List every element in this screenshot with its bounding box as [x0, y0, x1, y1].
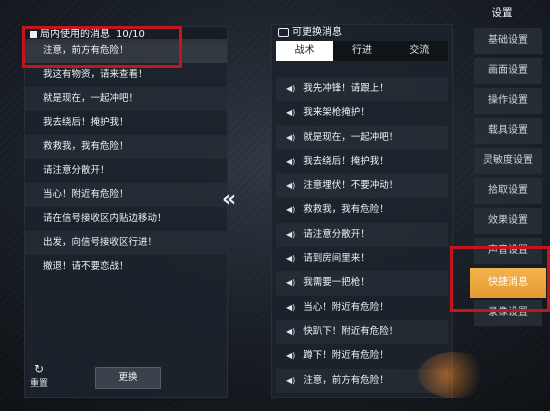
reset-button[interactable]: ↻ 重置 — [26, 363, 52, 389]
speaker-icon[interactable]: ◀) — [286, 198, 295, 222]
in-game-message-item[interactable]: 我去绕后！掩护我！ — [25, 111, 227, 135]
replaceable-messages-header: 可更换消息 — [272, 25, 452, 41]
speaker-icon[interactable]: ◀) — [286, 344, 295, 368]
in-game-message-list: 注意，前方有危险！ 我这有物资，请来查看！ 就是现在，一起冲吧！ 我去绕后！掩护… — [25, 39, 227, 279]
speaker-icon[interactable]: ◀) — [286, 77, 295, 101]
settings-title: 设置 — [491, 7, 513, 19]
replaceable-message-item[interactable]: ◀) 我去绕后！掩护我！ — [276, 150, 448, 174]
replaceable-message-item[interactable]: ◀) 我先冲锋！请跟上！ — [276, 77, 448, 102]
reset-label: 重置 — [29, 379, 48, 389]
watermark-logo — [418, 352, 490, 398]
tab-movement[interactable]: 行进 — [333, 41, 390, 61]
tab-communication[interactable]: 交流 — [391, 41, 448, 61]
message-text: 我需要一把枪！ — [303, 277, 370, 289]
speaker-icon[interactable]: ◀) — [286, 247, 295, 271]
message-text: 救救我，我有危险！ — [303, 204, 389, 216]
message-text: 我去绕后！掩护我！ — [303, 155, 389, 167]
speaker-icon[interactable]: ◀) — [286, 101, 295, 125]
replaceable-message-item[interactable]: ◀) 注意埋伏！不要冲动！ — [276, 174, 448, 199]
tab-tactics[interactable]: 战术 — [276, 41, 334, 61]
message-text: 蹲下！附近有危险！ — [303, 350, 389, 362]
message-text: 就是现在，一起冲吧！ — [303, 131, 399, 143]
double-chevron-left-icon[interactable]: « — [222, 189, 236, 211]
speaker-icon[interactable]: ◀) — [286, 126, 295, 150]
sidebar-item-basic[interactable]: 基础设置 — [474, 28, 542, 54]
replaceable-message-item[interactable]: ◀) 我需要一把枪！ — [276, 271, 448, 296]
message-text: 注意，前方有危险！ — [303, 374, 389, 386]
speaker-icon[interactable]: ◀) — [286, 174, 295, 198]
replaceable-message-item[interactable]: ◀) 救救我，我有危险！ — [276, 198, 448, 222]
in-game-message-item[interactable]: 请注意分散开！ — [25, 159, 227, 183]
replaceable-message-item[interactable]: ◀) 请注意分散开！ — [276, 222, 448, 248]
settings-sidebar: 设置 基础设置 画面设置 操作设置 载具设置 灵敏度设置 拾取设置 效果设置 声… — [470, 0, 550, 411]
message-icon — [278, 27, 289, 37]
message-text: 我来架枪掩护！ — [303, 107, 370, 119]
in-game-message-item[interactable]: 请在信号接收区内贴边移动！ — [25, 207, 227, 231]
in-game-message-item[interactable]: 救救我，我有危险！ — [25, 135, 227, 159]
replaceable-message-item[interactable]: ◀) 请到房间里来！ — [276, 247, 448, 271]
message-category-tabs: 战术 行进 交流 — [276, 41, 448, 61]
sidebar-item-graphics[interactable]: 画面设置 — [474, 58, 542, 84]
speaker-icon[interactable]: ◀) — [286, 296, 295, 320]
speaker-icon[interactable]: ◀) — [286, 223, 295, 247]
sidebar-item-recording[interactable]: 录像设置 — [474, 300, 542, 326]
replaceable-message-item[interactable]: ◀) 当心！附近有危险！ — [276, 296, 448, 320]
speaker-icon[interactable]: ◀) — [286, 150, 295, 174]
message-text: 快趴下！附近有危险！ — [303, 325, 399, 337]
in-game-message-item[interactable]: 撤退！请不要恋战！ — [25, 255, 227, 279]
replace-button[interactable]: 更换 — [95, 367, 161, 389]
sidebar-item-vehicle[interactable]: 载具设置 — [474, 118, 542, 144]
in-game-message-item[interactable]: 我这有物资，请来查看！ — [25, 63, 227, 87]
speaker-icon[interactable]: ◀) — [286, 369, 295, 393]
refresh-icon: ↻ — [33, 362, 45, 376]
in-game-messages-panel: 局内使用的消息 10/10 注意，前方有危险！ 我这有物资，请来查看！ 就是现在，… — [24, 26, 228, 398]
replaceable-messages-title: 可更换消息 — [292, 27, 342, 38]
replaceable-message-list: ◀) 我先冲锋！请跟上！ ◀) 我来架枪掩护！ ◀) 就是现在，一起冲吧！ ◀) 我去绕… — [276, 77, 448, 393]
in-game-message-item[interactable]: 当心！附近有危险！ — [25, 183, 227, 207]
in-game-message-item[interactable]: 就是现在，一起冲吧！ — [25, 87, 227, 111]
in-game-message-item[interactable]: 注意，前方有危险！ — [25, 39, 227, 63]
sidebar-item-quick-messages[interactable]: 快捷消息 — [470, 268, 546, 298]
replaceable-messages-panel: 可更换消息 战术 行进 交流 ◀) 我先冲锋！请跟上！ ◀) 我来架枪掩护！ ◀) 就… — [271, 24, 453, 398]
message-text: 当心！附近有危险！ — [303, 301, 389, 313]
flag-icon — [30, 30, 37, 38]
message-text: 请注意分散开！ — [303, 228, 370, 240]
message-text: 请到房间里来！ — [303, 253, 370, 265]
speaker-icon[interactable]: ◀) — [286, 320, 295, 344]
sidebar-item-controls[interactable]: 操作设置 — [474, 88, 542, 114]
in-game-message-item[interactable]: 出发，向信号接收区行进！ — [25, 231, 227, 255]
sidebar-item-effects[interactable]: 效果设置 — [474, 208, 542, 234]
replaceable-message-item[interactable]: ◀) 快趴下！附近有危险！ — [276, 319, 448, 345]
sidebar-item-sensitivity[interactable]: 灵敏度设置 — [474, 148, 542, 174]
message-text: 注意埋伏！不要冲动！ — [303, 180, 399, 192]
speaker-icon[interactable]: ◀) — [286, 271, 295, 295]
message-text: 我先冲锋！请跟上！ — [303, 83, 389, 94]
sidebar-item-pickup[interactable]: 拾取设置 — [474, 178, 542, 204]
sidebar-item-sound[interactable]: 声音设置 — [474, 238, 542, 264]
replaceable-message-item[interactable]: ◀) 就是现在，一起冲吧！ — [276, 125, 448, 150]
replaceable-message-item[interactable]: ◀) 我来架枪掩护！ — [276, 101, 448, 125]
